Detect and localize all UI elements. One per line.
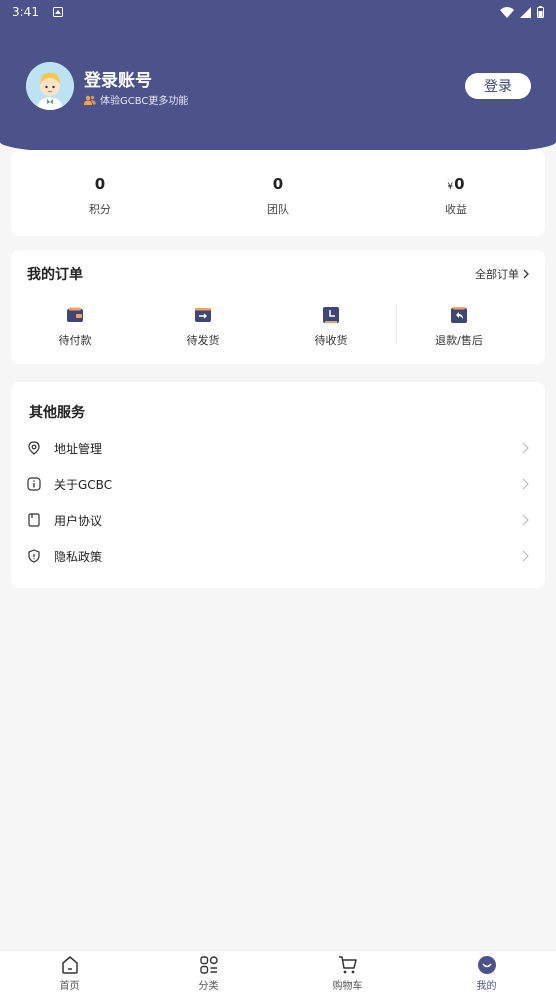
stat-points[interactable]: 0 积分 — [11, 150, 189, 236]
stat-team-value: 0 — [272, 175, 284, 193]
stats-card: 0 积分 0 团队 ¥0 收益 — [11, 150, 545, 236]
refund-icon — [451, 307, 467, 323]
chevron-right-icon — [522, 442, 529, 454]
login-title[interactable]: 登录账号 — [84, 66, 152, 91]
order-pending-shipment-label: 待发货 — [186, 334, 220, 347]
bottom-tab-bar: 首页 分类 购物车 我的 — [0, 950, 556, 995]
tab-profile[interactable]: 我的 — [417, 951, 556, 995]
all-orders-link[interactable]: 全部订单 — [475, 266, 529, 282]
service-user-agreement[interactable]: 用户协议 — [11, 502, 545, 538]
services-title: 其他服务 — [29, 405, 85, 421]
wallet-icon — [67, 307, 83, 322]
stat-points-value: 0 — [94, 175, 106, 193]
tab-cart-label: 购物车 — [332, 980, 363, 992]
signal-icon — [520, 6, 531, 18]
service-privacy-policy[interactable]: 隐私政策 — [11, 538, 545, 574]
clock-icon — [323, 307, 339, 323]
status-bar: 3:41 — [0, 0, 556, 24]
chevron-right-icon — [522, 550, 529, 562]
battery-icon — [537, 6, 544, 18]
service-privacy-policy-label: 隐私政策 — [54, 549, 103, 564]
location-icon — [28, 441, 40, 455]
notification-icon — [52, 7, 63, 17]
order-divider — [396, 304, 397, 344]
tab-profile-label: 我的 — [476, 980, 497, 992]
stat-earnings-value: 0 — [454, 175, 465, 193]
service-address[interactable]: 地址管理 — [11, 430, 545, 466]
order-refund-label: 退款/售后 — [435, 334, 483, 347]
shield-icon — [28, 549, 40, 563]
avatar-image — [26, 62, 74, 110]
orders-title: 我的订单 — [27, 267, 83, 283]
orders-card: 我的订单 全部订单 待付款 待发货 待收货 退款/售后 — [11, 250, 545, 364]
stat-earnings-label: 收益 — [445, 203, 467, 216]
home-icon — [61, 955, 78, 974]
users-icon — [84, 95, 96, 105]
services-card: 其他服务 地址管理 关于GCBC 用户协议 隐私政策 — [11, 382, 545, 588]
chevron-right-icon — [523, 269, 529, 279]
service-about[interactable]: 关于GCBC — [11, 466, 545, 502]
tab-home[interactable]: 首页 — [0, 951, 139, 995]
tab-cart[interactable]: 购物车 — [278, 951, 417, 995]
profile-icon — [477, 955, 496, 974]
stat-earnings-value-wrap: ¥0 — [447, 175, 464, 193]
tab-category[interactable]: 分类 — [139, 951, 278, 995]
stat-team[interactable]: 0 团队 — [189, 150, 367, 236]
document-icon — [28, 513, 40, 527]
chevron-right-icon — [522, 478, 529, 490]
cart-icon — [338, 955, 357, 973]
tab-home-label: 首页 — [59, 980, 80, 992]
order-refund[interactable]: 退款/售后 — [395, 306, 523, 348]
service-about-label: 关于GCBC — [54, 477, 113, 492]
tab-category-label: 分类 — [198, 980, 219, 992]
login-subtitle: 体验GCBC更多功能 — [84, 92, 188, 107]
order-pending-receipt[interactable]: 待收货 — [267, 306, 395, 348]
all-orders-label: 全部订单 — [475, 268, 519, 281]
info-icon — [27, 477, 41, 491]
currency-symbol: ¥ — [447, 182, 454, 192]
ship-icon — [195, 308, 211, 322]
order-pending-shipment[interactable]: 待发货 — [139, 306, 267, 348]
category-icon — [199, 955, 218, 974]
avatar[interactable] — [26, 62, 74, 110]
wifi-icon — [500, 6, 514, 18]
stat-earnings[interactable]: ¥0 收益 — [367, 150, 545, 236]
chevron-right-icon — [522, 514, 529, 526]
order-pending-receipt-label: 待收货 — [314, 334, 348, 347]
order-pending-payment[interactable]: 待付款 — [11, 306, 139, 348]
login-subtitle-text: 体验GCBC更多功能 — [100, 96, 189, 107]
stat-team-label: 团队 — [267, 203, 289, 216]
login-button[interactable]: 登录 — [465, 73, 531, 99]
service-address-label: 地址管理 — [54, 441, 103, 456]
stat-points-label: 积分 — [89, 203, 111, 216]
order-pending-payment-label: 待付款 — [58, 334, 92, 347]
status-time: 3:41 — [12, 5, 39, 19]
service-user-agreement-label: 用户协议 — [54, 513, 103, 528]
